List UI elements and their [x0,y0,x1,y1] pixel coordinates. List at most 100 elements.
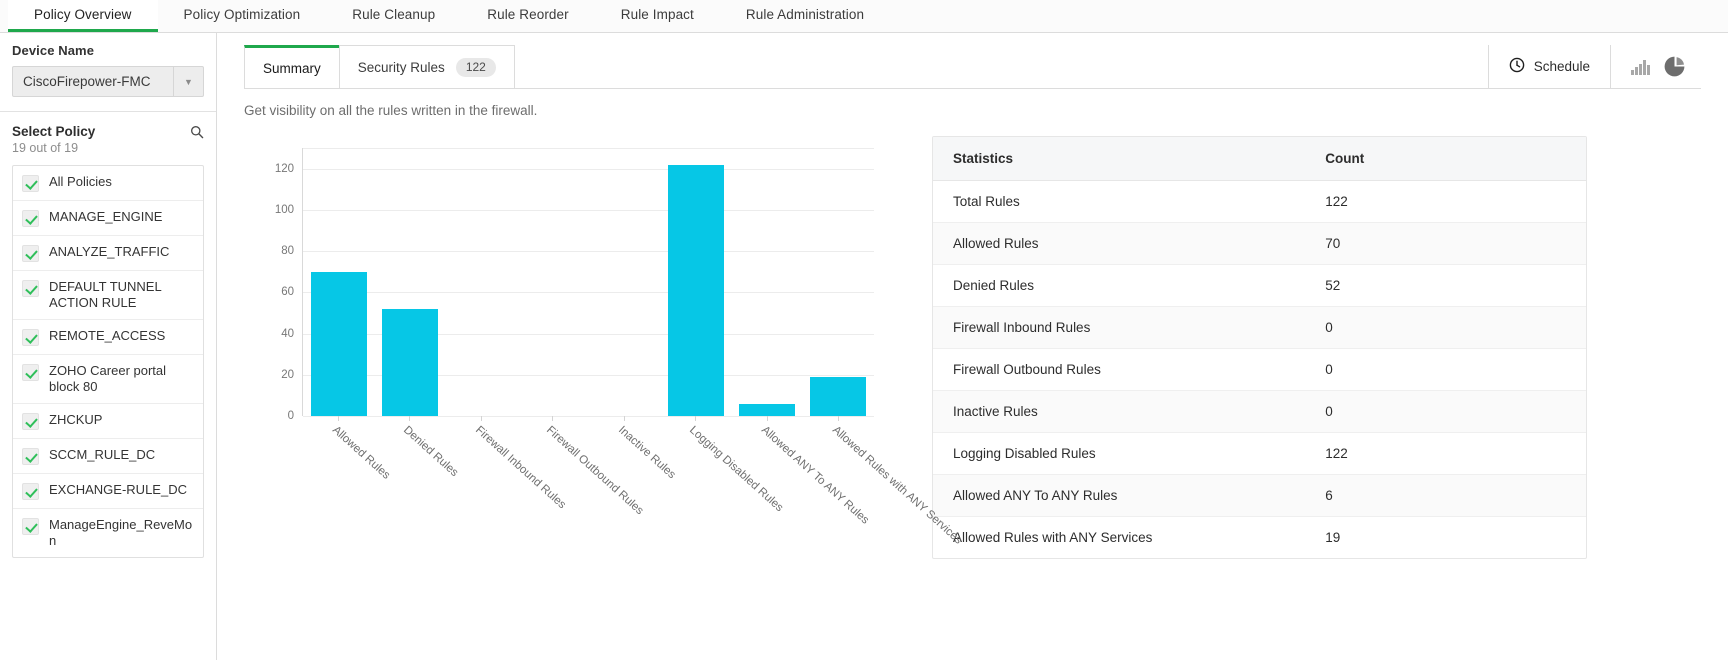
x-axis-tick-slot: Allowed Rules with ANY Services [803,416,964,547]
x-axis-tick-slot: Denied Rules [374,416,461,526]
x-axis-tick-slot: Firewall Inbound Rules [445,416,568,526]
stat-name-total-rules[interactable]: Total Rules [933,180,1306,223]
pie-chart-icon[interactable] [1664,56,1685,77]
statistics-table-panel: Statistics Count Total Rules 122 Allowed… [932,136,1587,559]
device-name-value: CiscoFirepower-FMC [23,74,151,89]
device-name-section: Device Name CiscoFirepower-FMC ▼ [0,33,216,97]
table-body: Total Rules 122 Allowed Rules 70 Denied … [933,180,1586,559]
table-row: Firewall Outbound Rules 0 [933,348,1586,391]
checkbox-checked-icon[interactable] [22,329,39,346]
policy-item-label: SCCM_RULE_DC [49,447,156,462]
checkbox-checked-icon[interactable] [22,448,39,465]
x-axis-tick-slot: Allowed Rules [302,416,392,526]
list-item[interactable]: SCCM_RULE_DC [13,439,203,474]
policy-list[interactable]: All Policies MANAGE_ENGINE ANALYZE_TRAFF… [12,165,204,558]
table-row: Logging Disabled Rules 122 [933,432,1586,475]
stat-count-denied-rules: 52 [1305,264,1586,307]
tab-security-rules-label: Security Rules [357,59,445,75]
policy-item-label: ZOHO Career portal block 80 [49,363,167,394]
bar-slot [589,148,660,416]
tab-bar-spacer [515,45,1488,88]
nav-item-rule-reorder[interactable]: Rule Reorder [461,0,595,32]
tickmark [695,416,697,421]
x-axis-labels: Allowed Rules Denied Rules Firewall Inbo… [302,416,964,547]
stat-name-logging-disabled-rules[interactable]: Logging Disabled Rules [933,432,1306,475]
main-content: Summary Security Rules 122 Schedule Get … [217,33,1728,660]
list-item[interactable]: EXCHANGE-RULE_DC [13,474,203,509]
stat-count-logging-disabled-rules: 122 [1305,432,1586,475]
table-row: Allowed ANY To ANY Rules 6 [933,474,1586,517]
device-name-dropdown[interactable]: CiscoFirepower-FMC ▼ [12,66,204,97]
tab-bar-actions: Schedule [1487,45,1701,88]
table-row: Total Rules 122 [933,180,1586,223]
stat-count-inactive-rules: 0 [1305,390,1586,433]
tickmark [623,416,625,421]
content-row: 120 100 80 60 40 20 0 Allowed Rules Deni… [217,136,1728,559]
list-item[interactable]: ANALYZE_TRAFFIC [13,236,203,271]
nav-item-policy-optimization[interactable]: Policy Optimization [158,0,327,32]
checkbox-checked-icon[interactable] [22,518,39,535]
table-row: Allowed Rules 70 [933,222,1586,265]
checkbox-checked-icon[interactable] [22,210,39,227]
bar-slot [803,148,874,416]
tab-security-rules[interactable]: Security Rules 122 [338,45,515,88]
list-item[interactable]: ManageEngine_ReveMon [13,509,203,557]
stat-name-denied-rules[interactable]: Denied Rules [933,264,1306,307]
chart-bar-denied-rules[interactable] [382,308,439,416]
bar-slot [374,148,445,416]
clock-icon [1509,57,1525,76]
chart-bar-allowed-rules-with-any-services[interactable] [810,376,867,416]
schedule-button[interactable]: Schedule [1487,45,1610,88]
list-item[interactable]: DEFAULT TUNNEL ACTION RULE [13,271,203,320]
list-item[interactable]: All Policies [13,166,203,201]
rules-bar-chart: 120 100 80 60 40 20 0 Allowed Rules Deni… [244,136,964,547]
nav-item-policy-overview[interactable]: Policy Overview [8,0,158,32]
list-item[interactable]: MANAGE_ENGINE [13,201,203,236]
bar-slot [660,148,731,416]
stat-name-allowed-rules-with-any-services[interactable]: Allowed Rules with ANY Services [933,517,1305,559]
list-item[interactable]: REMOTE_ACCESS [13,320,203,355]
checkbox-checked-icon[interactable] [22,364,39,381]
checkbox-checked-icon[interactable] [22,413,39,430]
policy-item-label: ANALYZE_TRAFFIC [49,244,170,259]
stat-count-allowed-any-to-any-rules: 6 [1305,474,1586,517]
stat-count-allowed-rules: 70 [1305,222,1586,265]
checkbox-checked-icon[interactable] [22,483,39,500]
table-row: Inactive Rules 0 [933,390,1586,433]
stat-name-allowed-rules[interactable]: Allowed Rules [933,222,1306,265]
table-header: Statistics Count [933,137,1586,181]
tickmark [766,416,768,421]
chart-bars [303,148,874,416]
schedule-button-label: Schedule [1533,59,1590,74]
bar-chart-icon[interactable] [1631,59,1650,75]
y-axis-tick: 40 [281,327,294,340]
stat-count-firewall-outbound-rules: 0 [1305,348,1586,391]
checkbox-checked-icon[interactable] [22,280,39,297]
stat-name-inactive-rules: Inactive Rules [933,390,1306,433]
tickmark [337,416,339,421]
nav-item-rule-administration[interactable]: Rule Administration [720,0,890,32]
chart-bar-logging-disabled-rules[interactable] [667,164,724,416]
column-header-statistics: Statistics [933,137,1306,181]
tickmark [838,416,840,421]
y-axis-tick: 60 [281,286,294,299]
content-tab-bar: Summary Security Rules 122 Schedule [244,45,1701,89]
chart-plot-area: 120 100 80 60 40 20 0 [275,148,874,422]
chart-bar-allowed-any-to-any-rules[interactable] [738,403,795,416]
list-item[interactable]: ZHCKUP [13,404,203,439]
tickmark [480,416,482,421]
stat-count-total-rules: 122 [1305,180,1586,223]
stat-name-allowed-any-to-any-rules[interactable]: Allowed ANY To ANY Rules [933,474,1306,517]
nav-item-rule-cleanup[interactable]: Rule Cleanup [326,0,461,32]
chart-type-toggles [1610,45,1701,88]
search-icon[interactable] [190,125,204,139]
tab-summary[interactable]: Summary [244,45,339,88]
stat-count-firewall-inbound-rules: 0 [1305,306,1586,349]
checkbox-checked-icon[interactable] [22,245,39,262]
nav-item-rule-impact[interactable]: Rule Impact [595,0,720,32]
list-item[interactable]: ZOHO Career portal block 80 [13,355,203,404]
checkbox-checked-icon[interactable] [22,175,39,192]
stat-name-firewall-inbound-rules: Firewall Inbound Rules [933,306,1306,349]
policy-item-label: MANAGE_ENGINE [49,209,163,224]
chart-bar-allowed-rules[interactable] [310,271,367,416]
